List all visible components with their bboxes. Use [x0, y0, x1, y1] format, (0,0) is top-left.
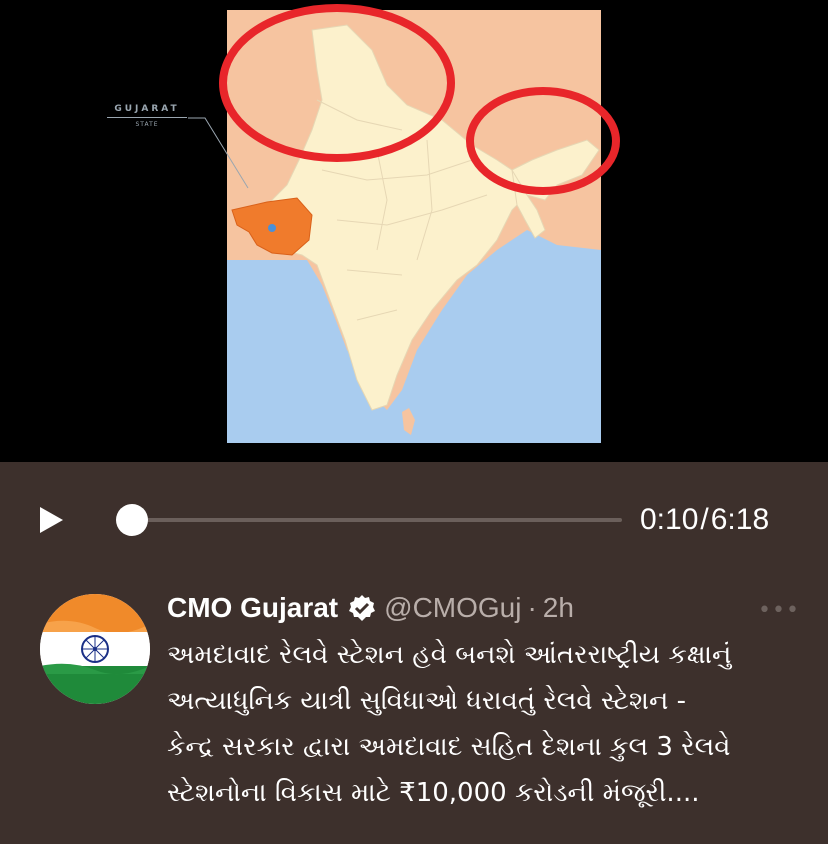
time-separator: / — [700, 503, 709, 536]
post-line: અમદાવાદ રેલવે સ્ટેશન હવે બનશે આંતરરાષ્ટ્… — [167, 640, 732, 670]
meta-separator: · — [527, 592, 537, 623]
state-pointer-line — [188, 117, 249, 189]
author-name[interactable]: CMO Gujarat — [167, 592, 338, 624]
highlight-circle-north — [219, 4, 455, 162]
verified-badge-icon — [349, 595, 376, 621]
post-age[interactable]: 2h — [543, 592, 574, 624]
progress-handle[interactable] — [116, 504, 148, 536]
flag-graphic — [40, 594, 150, 704]
highlight-circle-northeast — [466, 87, 620, 195]
post-line: સ્ટેશનોના વિકાસ માટે ₹10,000 કરોડની મંજૂ… — [167, 778, 700, 808]
progress-track[interactable] — [118, 518, 622, 522]
time-readout: 0:10/6:18 — [640, 503, 769, 537]
post-text: અમદાવાદ રેલવે સ્ટેશન હવે બનશે આંતરરાષ્ટ્… — [167, 632, 807, 816]
post-line: કેન્દ્ર સરકાર દ્વારા અમદાવાદ સહિત દેશના … — [167, 732, 731, 762]
post-line: અત્યાધુનિક યાત્રી સુવિધાઓ ધરાવતું રેલવે … — [167, 686, 686, 716]
current-time: 0:10 — [640, 503, 699, 536]
india-flag-avatar[interactable] — [40, 594, 150, 704]
map-overlay — [188, 4, 620, 195]
play-icon[interactable] — [36, 505, 66, 535]
duration: 6:18 — [710, 503, 770, 536]
video-frame[interactable]: GUJARAT STATE — [0, 0, 828, 462]
post-header: CMO Gujarat @CMOGuj · 2h — [167, 588, 574, 628]
author-handle[interactable]: @CMOGuj — [384, 592, 521, 624]
more-options-icon[interactable]: ••• — [758, 598, 800, 623]
